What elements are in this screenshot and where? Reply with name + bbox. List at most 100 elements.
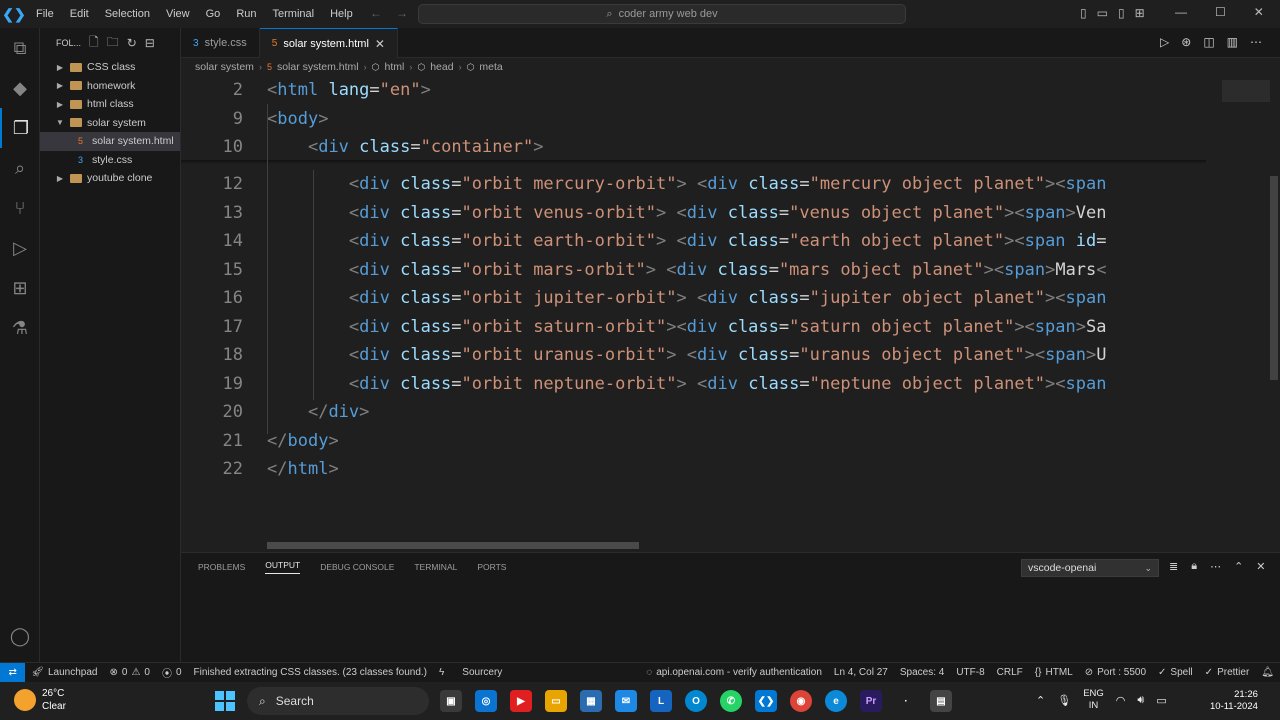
- weather-widget[interactable]: 26°C Clear: [14, 687, 66, 713]
- new-folder-icon[interactable]: 🗀: [107, 33, 119, 54]
- refresh-icon[interactable]: ↻: [127, 36, 137, 50]
- toggle-secondary-sidebar-icon[interactable]: ▯: [1118, 6, 1125, 20]
- code-line[interactable]: 15 <div class="orbit mars-orbit"> <div c…: [181, 256, 1206, 284]
- menu-view[interactable]: View: [158, 8, 198, 20]
- menu-help[interactable]: Help: [322, 8, 361, 20]
- tree-folder-homework[interactable]: ▶ homework: [40, 77, 180, 96]
- close-panel-icon[interactable]: ✕: [1256, 560, 1265, 573]
- menu-edit[interactable]: Edit: [62, 8, 97, 20]
- tree-file-solar-system-html[interactable]: 5 solar system.html: [40, 132, 180, 151]
- linkedin-app-icon[interactable]: L: [650, 690, 672, 712]
- menu-selection[interactable]: Selection: [97, 8, 158, 20]
- premiere-app-icon[interactable]: Pr: [860, 690, 882, 712]
- microphone-icon[interactable]: 🎙︎: [1057, 694, 1071, 707]
- copilot-icon[interactable]: ⊛: [1181, 35, 1191, 49]
- ports-item[interactable]: ⦿ 0: [156, 665, 188, 680]
- code-editor[interactable]: 2 <html lang="en"> 9 <body> 10 <div class="c…: [181, 76, 1280, 550]
- code-line[interactable]: 14 <div class="orbit earth-orbit"> <div …: [181, 227, 1206, 255]
- panel-tab-ports[interactable]: PORTS: [477, 562, 506, 572]
- minimap-slider[interactable]: [1222, 80, 1270, 102]
- panel-tab-terminal[interactable]: TERMINAL: [414, 562, 457, 572]
- menu-run[interactable]: Run: [228, 8, 264, 20]
- problems-item[interactable]: ⊗ 0 ⚠ 0: [104, 667, 156, 678]
- input-language[interactable]: ENG IN: [1083, 688, 1104, 712]
- open-preview-icon[interactable]: ◫: [1203, 35, 1214, 49]
- breadcrumb-item[interactable]: solar system.html: [277, 61, 359, 73]
- copilot-app-icon[interactable]: ◎: [475, 690, 497, 712]
- back-arrow-icon[interactable]: ←: [370, 6, 382, 20]
- explorer-files-icon[interactable]: ⧉: [0, 28, 40, 68]
- tree-folder-solar-system[interactable]: ▼ solar system: [40, 114, 180, 133]
- volume-icon[interactable]: 🔊︎: [1137, 694, 1144, 707]
- explorer-icon[interactable]: ❐: [0, 108, 40, 148]
- store-app-icon[interactable]: ▦: [580, 690, 602, 712]
- tree-folder-html-class[interactable]: ▶ html class: [40, 95, 180, 114]
- panel-tab-problems[interactable]: PROBLEMS: [198, 562, 245, 572]
- minimize-icon[interactable]: —: [1175, 5, 1187, 19]
- sourcery-item[interactable]: ϟ Sourcery: [433, 667, 508, 678]
- code-line[interactable]: 21 </body>: [181, 427, 1206, 455]
- battery-icon[interactable]: ▭: [1156, 694, 1166, 707]
- cursor-position[interactable]: Ln 4, Col 27: [828, 667, 894, 678]
- panel-tab-debug-console[interactable]: DEBUG CONSOLE: [320, 562, 394, 572]
- whatsapp-app-icon[interactable]: ✆: [720, 690, 742, 712]
- toggle-panel-icon[interactable]: ▭: [1097, 6, 1108, 20]
- remote-indicator-icon[interactable]: ⇄: [0, 662, 26, 683]
- code-line[interactable]: 13 <div class="orbit venus-orbit"> <div …: [181, 199, 1206, 227]
- code-line[interactable]: 22 </html>: [181, 455, 1206, 483]
- code-line[interactable]: 20 </div>: [181, 398, 1206, 426]
- youtube-app-icon[interactable]: ▶: [510, 690, 532, 712]
- language-mode[interactable]: {} HTML: [1029, 667, 1079, 678]
- code-line[interactable]: 9 <body>: [181, 105, 1206, 133]
- vscode-app-icon[interactable]: ❮❯: [755, 690, 777, 712]
- testing-flask-icon[interactable]: ⚗: [0, 308, 40, 348]
- collapse-all-icon[interactable]: ⊟: [145, 36, 155, 50]
- horizontal-scrollbar[interactable]: [267, 542, 639, 549]
- launchpad-item[interactable]: 🚀︎ Launchpad: [25, 667, 103, 678]
- code-line[interactable]: 17 <div class="orbit saturn-orbit"><div …: [181, 313, 1206, 341]
- split-editor-icon[interactable]: ▥: [1227, 35, 1238, 49]
- spell-item[interactable]: ✓ Spell: [1152, 667, 1199, 678]
- notifications-item[interactable]: 🔔︎: [1255, 667, 1280, 678]
- windows-start-icon[interactable]: [215, 691, 235, 711]
- clock[interactable]: 21:26 10-11-2024: [1210, 689, 1258, 713]
- clear-output-icon[interactable]: ≣: [1169, 560, 1178, 573]
- file-explorer-icon[interactable]: ▭: [545, 690, 567, 712]
- prettier-item[interactable]: ✓ Prettier: [1199, 667, 1256, 678]
- edge-app-icon[interactable]: e: [825, 690, 847, 712]
- wifi-icon[interactable]: ◠: [1116, 694, 1126, 707]
- more-actions-icon[interactable]: ⋯: [1250, 35, 1262, 49]
- run-debug-icon[interactable]: ▷: [0, 228, 40, 268]
- menu-terminal[interactable]: Terminal: [265, 8, 323, 20]
- toggle-sidebar-icon[interactable]: ▯: [1080, 6, 1087, 20]
- code-line[interactable]: 2 <html lang="en">: [181, 76, 1206, 104]
- close-tab-icon[interactable]: ✕: [375, 37, 385, 51]
- python-icon[interactable]: ◆: [0, 68, 40, 108]
- lock-scroll-icon[interactable]: 🔒︎: [1191, 560, 1197, 573]
- code-line[interactable]: 10 <div class="container">: [181, 133, 1206, 161]
- encoding[interactable]: UTF-8: [950, 667, 990, 678]
- search-icon[interactable]: ⌕: [0, 148, 40, 188]
- tab-style-css[interactable]: 3 style.css: [181, 28, 260, 58]
- breadcrumb-item[interactable]: head: [430, 61, 453, 73]
- menu-file[interactable]: File: [28, 8, 62, 20]
- vertical-scrollbar[interactable]: [1270, 176, 1278, 380]
- tree-file-style-css[interactable]: 3 style.css: [40, 151, 180, 170]
- cortana-app-icon[interactable]: O: [685, 690, 707, 712]
- account-icon[interactable]: ◯: [0, 616, 40, 656]
- code-line[interactable]: 12 <div class="orbit mercury-orbit"> <di…: [181, 170, 1206, 198]
- task-view-icon[interactable]: ▣: [440, 690, 462, 712]
- tree-folder-css-class[interactable]: ▶ CSS class: [40, 58, 180, 77]
- tab-solar-system-html[interactable]: 5 solar system.html ✕: [259, 28, 398, 58]
- indentation[interactable]: Spaces: 4: [894, 667, 950, 678]
- recorder-app-icon[interactable]: ▤: [930, 690, 952, 712]
- breadcrumb-item[interactable]: solar system: [195, 61, 254, 73]
- taskbar-search[interactable]: ⌕ Search: [247, 687, 429, 715]
- breadcrumb-item[interactable]: html: [385, 61, 405, 73]
- more-actions-icon[interactable]: ⋯: [1210, 560, 1221, 573]
- output-channel-select[interactable]: vscode-openai ⌄: [1021, 559, 1159, 577]
- eol[interactable]: CRLF: [991, 667, 1029, 678]
- maximize-icon[interactable]: ☐: [1215, 5, 1226, 19]
- menu-go[interactable]: Go: [198, 8, 229, 20]
- openai-item[interactable]: ◌ api.openai.com - verify authentication: [640, 667, 828, 678]
